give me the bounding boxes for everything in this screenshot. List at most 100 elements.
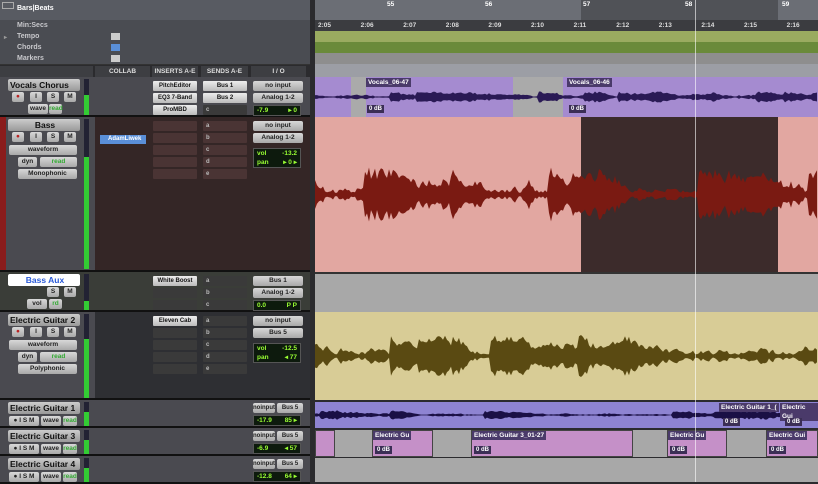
automation-mode[interactable]: read bbox=[40, 352, 77, 362]
solo-button[interactable]: S bbox=[47, 327, 59, 337]
volume-pan-display[interactable]: vol -12.5 pan ◂ 77 bbox=[253, 343, 301, 363]
insert-slot-c[interactable]: ProMBD bbox=[153, 105, 197, 115]
volume-pan-display[interactable]: -17.9 85 ▸ bbox=[253, 415, 301, 426]
insert-slot-d[interactable] bbox=[153, 352, 197, 362]
track-list-menu[interactable] bbox=[0, 66, 93, 77]
markers-lane[interactable] bbox=[315, 53, 818, 64]
vocals-playlist[interactable]: Vocals_06-47 0 dB Vocals_06-46 0 dB bbox=[315, 77, 818, 117]
volume-pan-display[interactable]: vol -13.2 pan ▸ 0 ▸ bbox=[253, 148, 301, 168]
clip-gain[interactable]: 0 dB bbox=[367, 105, 385, 113]
automation-type[interactable]: dyn bbox=[18, 352, 37, 362]
elastic-mode[interactable]: Polyphonic bbox=[18, 364, 77, 374]
input-selector[interactable]: no input bbox=[253, 121, 303, 131]
output-selector[interactable]: Bus 5 bbox=[277, 403, 303, 413]
mute-button[interactable]: M bbox=[64, 132, 76, 142]
output-selector[interactable]: Analog 1-2 bbox=[253, 288, 303, 298]
view-selector[interactable]: wave bbox=[28, 104, 48, 114]
send-slot-c[interactable]: c bbox=[203, 145, 247, 155]
input-selector[interactable]: noinput bbox=[253, 403, 275, 413]
output-selector[interactable]: Analog 1-2 bbox=[253, 133, 303, 143]
chords-collab-icon[interactable] bbox=[111, 44, 120, 51]
automation-mode[interactable]: read bbox=[63, 444, 77, 454]
send-slot-a[interactable]: a bbox=[203, 276, 247, 286]
insert-slot-d[interactable] bbox=[153, 157, 197, 167]
record-button[interactable]: ● bbox=[12, 327, 24, 337]
insert-slot-a[interactable]: PitchEditor bbox=[153, 81, 197, 91]
view-selector[interactable]: wave bbox=[41, 444, 61, 454]
insert-slot-b[interactable] bbox=[153, 288, 197, 298]
clip-name[interactable]: Electric Gu bbox=[373, 431, 412, 440]
bass-aux-playlist[interactable] bbox=[315, 272, 818, 312]
send-slot-b[interactable]: b bbox=[203, 133, 247, 143]
view-selector[interactable]: waveform bbox=[9, 145, 77, 155]
track-name[interactable]: Vocals Chorus bbox=[8, 79, 80, 91]
input-selector[interactable]: noinput bbox=[253, 459, 275, 469]
track-name[interactable]: Electric Guitar 4 bbox=[8, 458, 80, 470]
output-selector[interactable]: Bus 5 bbox=[277, 459, 303, 469]
automation-mode[interactable]: read bbox=[63, 472, 77, 482]
record-button[interactable]: ● bbox=[12, 92, 24, 102]
insert-slot-b[interactable] bbox=[153, 328, 197, 338]
send-slot-c[interactable]: c bbox=[203, 300, 247, 310]
insert-slot-a[interactable]: Eleven Cab bbox=[153, 316, 197, 326]
output-selector[interactable]: Analog 1-2 bbox=[253, 93, 303, 103]
automation-mode[interactable]: read bbox=[49, 104, 63, 114]
chords-lane[interactable] bbox=[315, 42, 818, 53]
solo-button[interactable]: S bbox=[47, 287, 59, 297]
track-name[interactable]: Electric Guitar 2 bbox=[8, 314, 80, 326]
volume-pan-display[interactable]: -7.9 ▸ 0 bbox=[253, 105, 301, 116]
clip-name[interactable]: Electric Gu bbox=[668, 431, 707, 440]
view-selector[interactable]: wave bbox=[41, 416, 61, 426]
record-input-solo-mute-buttons[interactable]: ● I S M bbox=[9, 416, 39, 426]
input-selector[interactable]: noinput bbox=[253, 431, 275, 441]
guitar2-playlist[interactable] bbox=[315, 312, 818, 400]
mute-button[interactable]: M bbox=[64, 327, 76, 337]
send-slot-a[interactable]: Bus 1 bbox=[203, 81, 247, 91]
send-slot-d[interactable]: d bbox=[203, 352, 247, 362]
clip-gain[interactable]: 0 dB bbox=[769, 446, 787, 454]
send-slot-a[interactable]: a bbox=[203, 121, 247, 131]
clip-gain[interactable]: 0 dB bbox=[569, 105, 587, 113]
volume-pan-display[interactable]: -6.9 ◂ 57 bbox=[253, 443, 301, 454]
record-input-solo-mute-buttons[interactable]: ● I S M bbox=[9, 444, 39, 454]
output-selector[interactable]: Bus 5 bbox=[277, 431, 303, 441]
tempo-collab-icon[interactable] bbox=[111, 33, 120, 40]
tempo-lane[interactable] bbox=[315, 31, 818, 42]
clip-gain[interactable]: 0 dB bbox=[723, 418, 741, 426]
volume-pan-display[interactable]: 0.0 P P bbox=[253, 300, 301, 311]
clip-gain[interactable]: 0 dB bbox=[375, 446, 393, 454]
view-selector[interactable]: wave bbox=[41, 472, 61, 482]
clip-name[interactable]: Vocals_06-46 bbox=[567, 78, 612, 87]
collab-user[interactable]: AdamLiwek bbox=[100, 135, 146, 144]
automation-type[interactable]: dyn bbox=[18, 157, 37, 167]
markers-collab-icon[interactable] bbox=[111, 55, 120, 62]
clip-gain[interactable]: 0 dB bbox=[785, 418, 803, 426]
track-name[interactable]: Electric Guitar 1 bbox=[8, 402, 80, 414]
insert-slot-c[interactable] bbox=[153, 145, 197, 155]
send-slot-a[interactable]: a bbox=[203, 316, 247, 326]
volume-pan-display[interactable]: -12.8 64 ▸ bbox=[253, 471, 301, 482]
guitar4-playlist[interactable] bbox=[315, 458, 818, 482]
ruler-expand-icon[interactable]: ▸ bbox=[4, 34, 7, 41]
guitar3-playlist[interactable]: Electric Gu 0 dB Electric Guitar 3_01-27… bbox=[315, 430, 818, 457]
input-selector[interactable]: Bus 1 bbox=[253, 276, 303, 286]
record-button[interactable]: ● bbox=[12, 132, 24, 142]
insert-slot-c[interactable] bbox=[153, 340, 197, 350]
clip-name[interactable]: Electric Guitar 1_( bbox=[719, 403, 779, 412]
elastic-mode[interactable]: Monophonic bbox=[18, 169, 77, 179]
insert-slot-e[interactable] bbox=[153, 169, 197, 179]
insert-slot-c[interactable] bbox=[153, 300, 197, 310]
send-slot-d[interactable]: d bbox=[203, 157, 247, 167]
bass-playlist[interactable] bbox=[315, 117, 818, 272]
input-button[interactable]: I bbox=[30, 92, 42, 102]
send-slot-e[interactable]: e bbox=[203, 169, 247, 179]
send-slot-c[interactable]: c bbox=[203, 105, 247, 115]
mute-button[interactable]: M bbox=[64, 92, 76, 102]
input-selector[interactable]: no input bbox=[253, 316, 303, 326]
insert-slot-e[interactable] bbox=[153, 364, 197, 374]
automation-type[interactable]: vol bbox=[27, 299, 47, 309]
guitar1-playlist[interactable]: Electric Guitar 1_( 0 dB Electric Gui 0 … bbox=[315, 402, 818, 428]
clip-name[interactable]: Vocals_06-47 bbox=[366, 78, 411, 87]
input-button[interactable]: I bbox=[30, 327, 42, 337]
playhead[interactable] bbox=[695, 0, 696, 482]
